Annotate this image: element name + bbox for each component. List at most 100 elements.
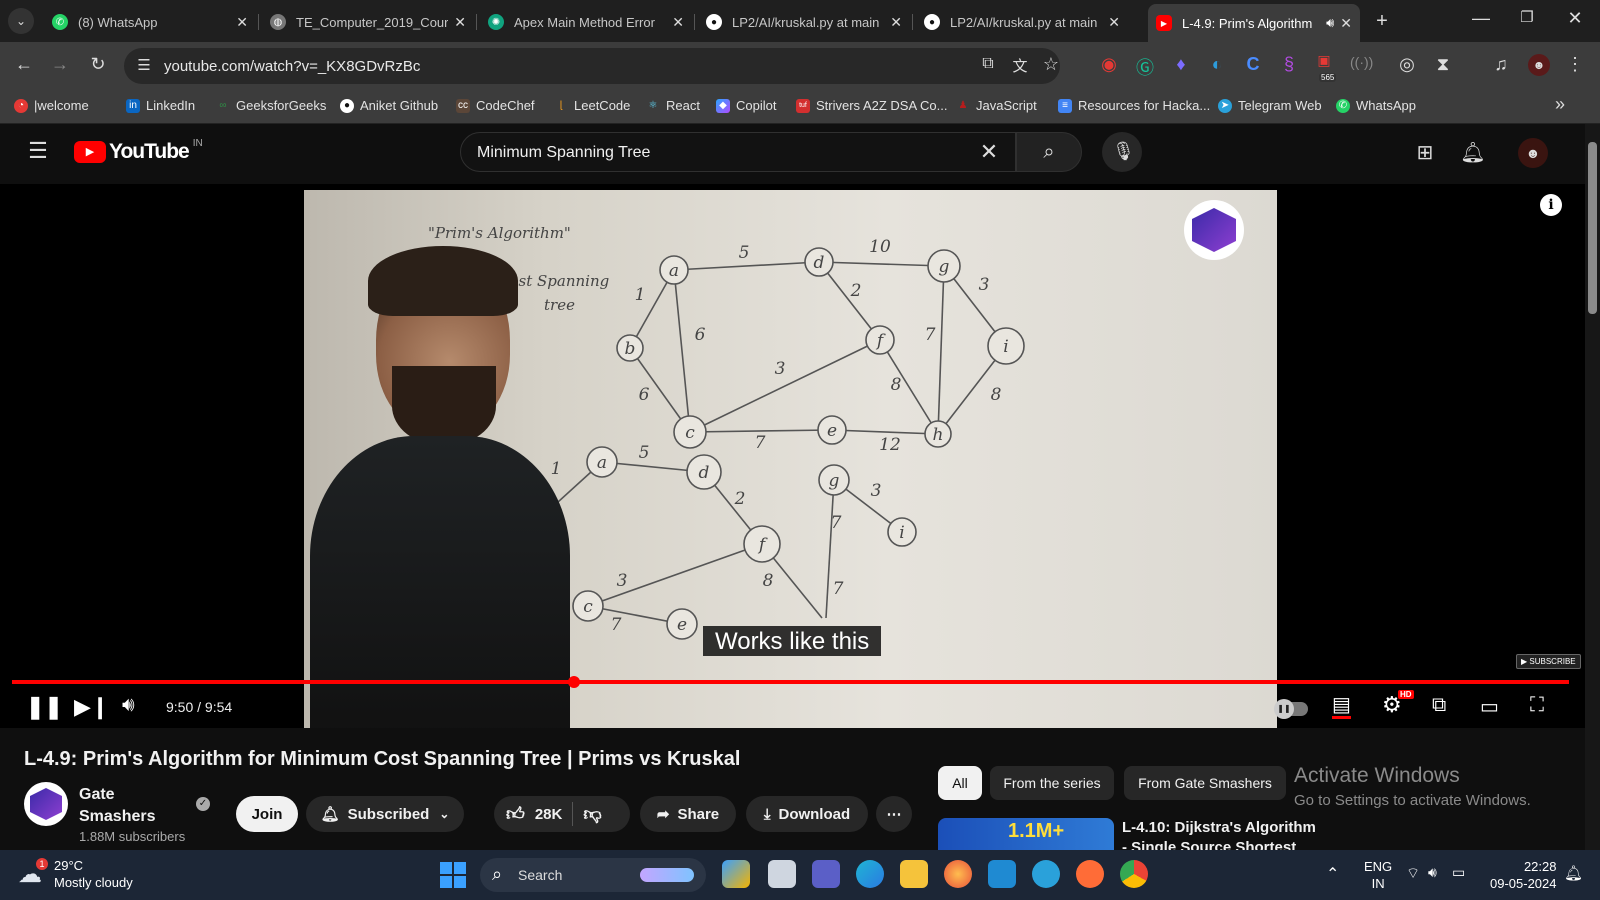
tab-kruskal-2[interactable]: ● LP2/AI/kruskal.py at main · ✕ [916,6,1128,38]
join-button[interactable]: Join [236,796,298,832]
tab-whatsapp[interactable]: ✆ (8) WhatsApp ✕ [44,6,256,38]
close-icon[interactable]: ✕ [890,14,902,31]
bookmark-linkedin[interactable]: in LinkedIn [126,98,195,113]
clock[interactable]: 22:28 09-05-2024 [1490,858,1557,892]
volume-icon[interactable]: 🔊︎ [122,694,135,717]
recommended-thumbnail[interactable]: 1.1M+ [938,818,1114,850]
download-button[interactable]: ⤓ Download [746,796,868,832]
extension-target-icon[interactable]: ◎ [1396,54,1418,75]
video-info-icon[interactable]: i [1540,194,1562,216]
extension-flame-icon[interactable]: ♦ [1170,54,1192,75]
bookmark-leetcode[interactable]: ɭ LeetCode [554,98,631,113]
media-control-icon[interactable]: ♫ [1490,54,1512,75]
start-windows-icon[interactable] [440,862,466,888]
chip-all[interactable]: All [938,766,982,800]
edge-icon[interactable]: ◐ [1206,54,1228,75]
vscode-icon[interactable] [988,860,1016,888]
more-bookmarks-icon[interactable]: » [1550,94,1570,115]
minimize-icon[interactable]: — [1470,8,1492,29]
chip-from-gate-smashers[interactable]: From Gate Smashers [1124,766,1286,800]
subtitles-icon[interactable]: ▤ [1332,694,1351,719]
subscribe-tag[interactable]: ▶ SUBSCRIBE [1516,654,1581,669]
notifications-bell-icon[interactable]: 🔔︎ [1460,140,1486,165]
channel-name[interactable]: Gate Smashers [79,784,179,828]
restore-icon[interactable]: ❐ [1516,8,1538,26]
task-view-icon[interactable] [768,860,796,888]
extension-cast-icon[interactable]: ((·)) [1350,54,1373,70]
clear-search-icon[interactable]: ✕ [977,139,1001,165]
bookmark-aniket-github[interactable]: ● Aniket Github [340,98,438,113]
bookmark-telegram[interactable]: ➤ Telegram Web [1218,98,1322,113]
miniplayer-icon[interactable]: ⧉ [1432,694,1446,717]
theater-mode-icon[interactable]: ▭ [1480,694,1499,719]
fullscreen-icon[interactable]: ⛶ [1530,694,1544,717]
url-text[interactable]: youtube.com/watch?v=_KX8GDvRzBc [164,58,420,75]
chip-from-series[interactable]: From the series [990,766,1114,800]
close-icon[interactable]: ✕ [236,14,248,31]
reload-icon[interactable]: ↻ [86,54,110,75]
pause-icon[interactable]: ❚❚ [26,694,63,720]
cloud-app-icon[interactable] [1032,860,1060,888]
forward-icon[interactable]: → [48,54,72,75]
notifications-tray-icon[interactable]: 🔔︎ [1564,864,1583,882]
site-info-icon[interactable]: ☰ [134,56,154,74]
search-button[interactable]: ⌕ [1016,132,1082,172]
recommended-title[interactable]: L-4.10: Dijkstra's Algorithm - Single So… [1122,818,1322,850]
bookmark-react[interactable]: ⚛ React [646,98,700,113]
bookmark-strivers[interactable]: tuf Strivers A2Z DSA Co... [796,98,948,113]
file-explorer-icon[interactable] [900,860,928,888]
bookmark-star-icon[interactable]: ☆ [1040,54,1062,75]
back-icon[interactable]: ← [12,54,36,75]
like-icon[interactable]: 👍︎ [506,803,525,825]
postman-icon[interactable] [1076,860,1104,888]
battery-icon[interactable]: ▭ [1452,864,1465,881]
dislike-icon[interactable]: 👎︎ [583,803,601,825]
new-tab-icon[interactable]: + [1372,10,1392,33]
bookmark-geeksforgeeks[interactable]: ∞ GeeksforGeeks [216,98,326,113]
teams-icon[interactable] [812,860,840,888]
account-avatar[interactable]: ☻ [1518,138,1548,168]
browser-menu-icon[interactable]: ⋮ [1566,54,1584,75]
edge-browser-icon[interactable] [856,860,884,888]
extension-s-icon[interactable]: § [1278,54,1300,75]
tab-te-computer[interactable]: ◍ TE_Computer_2019_Course ✕ [262,6,474,38]
autoplay-toggle[interactable]: ❚❚ [1274,699,1308,719]
tab-prims-video[interactable]: ▶ L-4.9: Prim's Algorithm 🔊︎ ✕ [1148,4,1360,42]
video-player[interactable]: adg bfi ceh bad fgi ce 5101 623 376 887 … [0,184,1585,728]
widgets-app-icon[interactable] [722,860,750,888]
more-actions-button[interactable]: ⋯ [876,796,912,832]
grammarly-icon[interactable]: Ⓖ [1134,54,1156,80]
bookmark-javascript[interactable]: ♟ JavaScript [956,98,1037,113]
search-input[interactable]: Minimum Spanning Tree ✕ [460,132,1016,172]
firefox-icon[interactable] [944,860,972,888]
extension-red-icon[interactable]: ◉ [1098,54,1120,75]
bookmark-codechef[interactable]: cc CodeChef [456,98,535,113]
bookmark-whatsapp[interactable]: ✆ WhatsApp [1336,98,1416,113]
chrome-icon[interactable] [1120,860,1148,888]
voice-search-button[interactable]: 🎙︎ [1102,132,1142,172]
language-indicator[interactable]: ENG IN [1364,858,1392,892]
window-close-icon[interactable]: ✕ [1564,8,1586,29]
tray-chevron-icon[interactable]: ⌃ [1326,864,1339,884]
extension-badge-icon[interactable]: ▣ [1312,52,1336,69]
speaker-tray-icon[interactable]: 🔊︎ [1428,864,1437,881]
bookmark-welcome[interactable]: ◔ |welcome [14,98,89,113]
progress-knob[interactable] [567,676,580,688]
close-icon[interactable]: ✕ [454,14,466,31]
bookmark-resources[interactable]: ≡ Resources for Hacka... [1058,98,1210,113]
page-scrollbar-thumb[interactable] [1588,142,1597,314]
tab-apex-error[interactable]: ✺ Apex Main Method Error ✕ [480,6,692,38]
close-icon[interactable]: ✕ [1108,14,1120,31]
wifi-icon[interactable]: ⌔ [1406,864,1420,883]
tab-kruskal-1[interactable]: ● LP2/AI/kruskal.py at main · ✕ [698,6,910,38]
close-icon[interactable]: ✕ [1340,15,1352,32]
create-video-icon[interactable]: ⊞ [1412,140,1438,165]
close-icon[interactable]: ✕ [672,14,684,31]
progress-bar[interactable] [12,676,1569,688]
share-button[interactable]: ➦ Share [640,796,736,832]
hamburger-menu-icon[interactable]: ☰ [26,138,50,164]
like-count[interactable]: 28K [535,806,563,823]
translate-icon[interactable]: 文 [1010,55,1030,76]
profile-avatar-icon[interactable]: ☻ [1528,54,1550,76]
address-bar[interactable]: ☰ youtube.com/watch?v=_KX8GDvRzBc ⧉ 文 ☆ [124,48,1060,84]
